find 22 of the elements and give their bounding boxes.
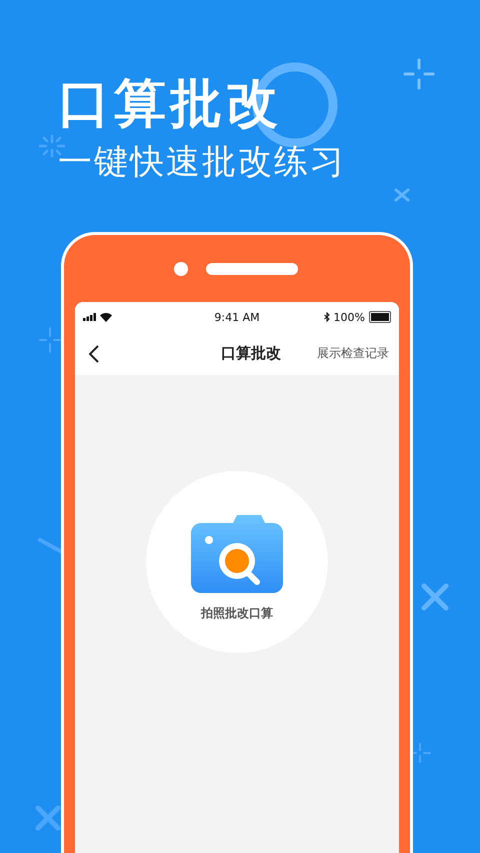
cross-icon	[36, 806, 60, 830]
signal-icon	[83, 313, 97, 321]
headline-title: 口算批改	[58, 73, 282, 136]
plus-icon	[404, 58, 434, 90]
cross-icon	[422, 584, 448, 610]
battery-percent: 100%	[334, 310, 365, 324]
bluetooth-icon	[324, 312, 330, 322]
battery-icon	[369, 311, 391, 323]
status-time: 9:41 AM	[214, 310, 260, 324]
cross-icon	[394, 188, 410, 202]
wifi-icon	[100, 312, 112, 322]
capture-button[interactable]: 拍照批改口算	[146, 471, 328, 653]
nav-title: 口算批改	[221, 344, 281, 363]
plus-icon	[39, 327, 61, 353]
back-icon[interactable]	[89, 344, 99, 362]
dash-drawing	[38, 538, 64, 554]
camera-icon	[191, 512, 283, 594]
speaker-slot-icon	[206, 262, 298, 274]
records-link[interactable]: 展示检查记录	[317, 345, 389, 362]
sparkle-icon	[38, 134, 66, 158]
headline-subtitle: 一键快速批改练习	[58, 141, 346, 184]
camera-dot-icon	[174, 262, 188, 276]
